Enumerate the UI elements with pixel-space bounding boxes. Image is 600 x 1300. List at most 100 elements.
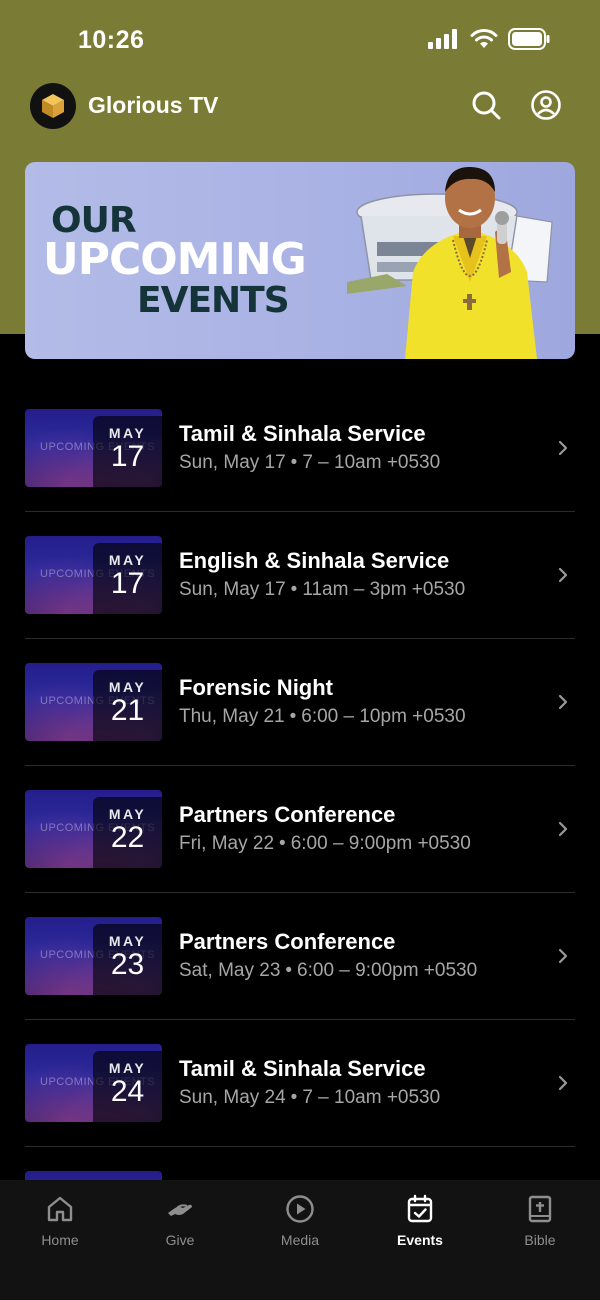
event-month: MAY bbox=[108, 1060, 147, 1076]
event-date: Sun, May 24 bbox=[179, 1087, 286, 1108]
event-time: 6:00 – 10pm +0530 bbox=[301, 706, 466, 727]
chevron-right-icon bbox=[558, 440, 568, 456]
event-day: 24 bbox=[110, 1075, 145, 1108]
app-header: Glorious TV bbox=[0, 80, 600, 134]
tab-bible[interactable]: Bible bbox=[480, 1180, 600, 1300]
home-icon bbox=[47, 1196, 73, 1222]
chevron-right-icon bbox=[558, 694, 568, 710]
chevron-right-icon bbox=[558, 567, 568, 583]
event-day: 21 bbox=[110, 694, 145, 727]
event-thumbnail: UPCOMING EVENTS MAY 22 bbox=[25, 790, 162, 868]
battery-icon bbox=[508, 28, 550, 50]
chevron-right-icon bbox=[558, 821, 568, 837]
signal-icon bbox=[428, 29, 457, 49]
separator-dot: • bbox=[290, 1087, 298, 1108]
events-list: UPCOMING EVENTS MAY 17 Tamil & Sinhala S… bbox=[25, 385, 575, 1274]
event-date: Fri, May 22 bbox=[179, 833, 275, 854]
event-date-box: MAY 17 bbox=[93, 543, 162, 614]
event-day: 23 bbox=[110, 948, 145, 981]
event-date: Sat, May 23 bbox=[179, 960, 281, 981]
bible-icon bbox=[528, 1195, 552, 1223]
event-thumbnail: UPCOMING EVENTS MAY 17 bbox=[25, 409, 162, 487]
tab-events[interactable]: Events bbox=[360, 1180, 480, 1300]
event-time: 6:00 – 9:00pm +0530 bbox=[297, 960, 478, 981]
preacher-photo bbox=[405, 166, 537, 359]
search-icon bbox=[472, 91, 501, 120]
play-icon bbox=[286, 1195, 314, 1223]
event-row-3[interactable]: UPCOMING EVENTS MAY 22 Partners Conferen… bbox=[25, 766, 575, 893]
tab-media[interactable]: Media bbox=[240, 1180, 360, 1300]
event-time: 7 – 10am +0530 bbox=[302, 452, 441, 473]
event-date: Sun, May 17 bbox=[179, 579, 286, 600]
event-title: Tamil & Sinhala Service bbox=[179, 421, 426, 446]
event-date: Sun, May 17 bbox=[179, 452, 286, 473]
event-thumbnail: UPCOMING EVENTS MAY 17 bbox=[25, 536, 162, 614]
cube-logo-icon bbox=[42, 94, 64, 118]
tab-give-label: Give bbox=[165, 1232, 195, 1248]
tab-give[interactable]: Give bbox=[120, 1180, 240, 1300]
separator-dot: • bbox=[289, 706, 297, 727]
event-date: Thu, May 21 bbox=[179, 706, 285, 727]
event-title: Partners Conference bbox=[179, 929, 396, 954]
status-time: 10:26 bbox=[78, 26, 145, 54]
tab-events-label: Events bbox=[397, 1232, 443, 1248]
event-datetime: Sat, May 23 • 6:00 – 9:00pm +0530 bbox=[179, 960, 477, 982]
tab-home-label: Home bbox=[41, 1232, 79, 1248]
event-title: Forensic Night bbox=[179, 675, 334, 700]
tab-home[interactable]: Home bbox=[0, 1180, 120, 1300]
banner-line-2: UPCOMING bbox=[43, 234, 307, 285]
event-thumbnail: UPCOMING EVENTS MAY 21 bbox=[25, 663, 162, 741]
give-icon bbox=[168, 1204, 192, 1216]
profile-button[interactable] bbox=[530, 89, 562, 121]
chevron-right-icon bbox=[558, 1075, 568, 1091]
event-date-box: MAY 21 bbox=[93, 670, 162, 741]
event-month: MAY bbox=[108, 933, 147, 949]
event-date-box: MAY 24 bbox=[93, 1051, 162, 1122]
event-row-5[interactable]: UPCOMING EVENTS MAY 24 Tamil & Sinhala S… bbox=[25, 1020, 575, 1147]
bottom-tab-bar: Home Give Media Events Bible bbox=[0, 1180, 600, 1300]
event-day: 22 bbox=[110, 821, 145, 854]
event-datetime: Sun, May 24 • 7 – 10am +0530 bbox=[179, 1087, 440, 1109]
event-title: English & Sinhala Service bbox=[179, 548, 450, 573]
event-date-box: MAY 23 bbox=[93, 924, 162, 995]
status-bar: 10:26 bbox=[0, 0, 600, 80]
event-title: Tamil & Sinhala Service bbox=[179, 1056, 426, 1081]
event-time: 11am – 3pm +0530 bbox=[302, 579, 466, 600]
event-datetime: Thu, May 21 • 6:00 – 10pm +0530 bbox=[179, 706, 466, 728]
event-datetime: Fri, May 22 • 6:00 – 9:00pm +0530 bbox=[179, 833, 471, 855]
event-datetime: Sun, May 17 • 11am – 3pm +0530 bbox=[179, 579, 465, 601]
search-button[interactable] bbox=[470, 89, 502, 121]
event-day: 17 bbox=[110, 440, 145, 473]
tab-bible-label: Bible bbox=[524, 1232, 556, 1248]
banner-line-3: EVENTS bbox=[137, 280, 290, 321]
event-day: 17 bbox=[110, 567, 145, 600]
event-month: MAY bbox=[108, 679, 147, 695]
chevron-right-icon bbox=[558, 948, 568, 964]
app-title: Glorious TV bbox=[88, 92, 219, 118]
app-logo bbox=[30, 83, 76, 129]
event-title: Partners Conference bbox=[179, 802, 396, 827]
event-row-1[interactable]: UPCOMING EVENTS MAY 17 English & Sinhala… bbox=[25, 512, 575, 639]
event-row-0[interactable]: UPCOMING EVENTS MAY 17 Tamil & Sinhala S… bbox=[25, 385, 575, 512]
status-icons bbox=[428, 28, 550, 50]
tab-media-label: Media bbox=[280, 1232, 320, 1248]
event-thumbnail: UPCOMING EVENTS MAY 23 bbox=[25, 917, 162, 995]
event-month: MAY bbox=[108, 425, 147, 441]
event-row-2[interactable]: UPCOMING EVENTS MAY 21 Forensic Night Th… bbox=[25, 639, 575, 766]
upcoming-events-banner[interactable]: OUR UPCOMING EVENTS bbox=[25, 162, 575, 359]
calendar-icon bbox=[407, 1194, 433, 1223]
separator-dot: • bbox=[279, 833, 286, 854]
separator-dot: • bbox=[290, 579, 298, 600]
event-month: MAY bbox=[108, 552, 147, 568]
event-date-box: MAY 22 bbox=[93, 797, 162, 868]
event-time: 7 – 10am +0530 bbox=[302, 1087, 441, 1108]
event-month: MAY bbox=[108, 806, 147, 822]
separator-dot: • bbox=[290, 452, 298, 473]
event-date-box: MAY 17 bbox=[93, 416, 162, 487]
event-time: 6:00 – 9:00pm +0530 bbox=[290, 833, 471, 854]
event-datetime: Sun, May 17 • 7 – 10am +0530 bbox=[179, 452, 440, 474]
wifi-icon bbox=[470, 29, 498, 48]
event-row-4[interactable]: UPCOMING EVENTS MAY 23 Partners Conferen… bbox=[25, 893, 575, 1020]
separator-dot: • bbox=[285, 960, 293, 981]
user-icon bbox=[531, 90, 561, 120]
